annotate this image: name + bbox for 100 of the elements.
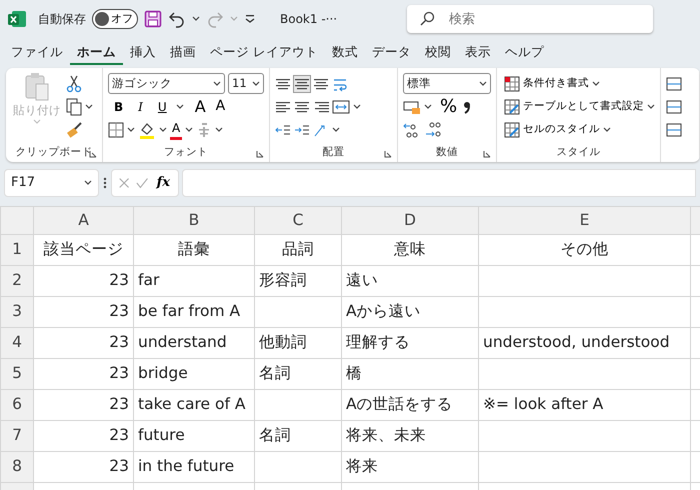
row-header[interactable]: 3: [0, 296, 34, 328]
name-box[interactable]: F17: [4, 169, 99, 197]
style-command[interactable]: テーブルとして書式設定: [502, 95, 657, 118]
font-size-dropdown[interactable]: 11: [228, 73, 264, 94]
row-header[interactable]: 4: [0, 328, 34, 358]
row-header[interactable]: 8: [0, 452, 34, 482]
autosave-toggle[interactable]: オフ: [92, 9, 138, 29]
table-cell: 遠い: [342, 266, 478, 296]
row-header[interactable]: 2: [0, 266, 34, 296]
table-cell: 形容詞: [254, 266, 342, 296]
table-cell: 語彙: [134, 234, 254, 266]
spreadsheet-app-icon: [8, 10, 26, 28]
table-cell: future: [134, 420, 254, 452]
caret-icon: [353, 104, 362, 110]
row-header[interactable]: 7: [0, 420, 34, 452]
font-name-dropdown[interactable]: 游ゴシック: [108, 73, 226, 94]
style-command[interactable]: セルのスタイル: [502, 118, 613, 141]
table-cell: 将来、未来: [342, 420, 478, 452]
menu-tab[interactable]: ページ レイアウト: [203, 40, 325, 66]
table-cell: 名詞: [254, 358, 342, 390]
more-icon: [102, 176, 108, 190]
accounting-format-icon[interactable]: [402, 98, 421, 114]
cells-icon[interactable]: [666, 98, 682, 114]
format-painter-icon[interactable]: [66, 120, 84, 138]
table-cell: 将来: [342, 452, 478, 482]
merge-center-icon[interactable]: [332, 98, 350, 114]
bold-button[interactable]: B: [108, 96, 130, 118]
scissors-icon[interactable]: [66, 74, 82, 92]
grow-font-button[interactable]: A: [192, 96, 208, 118]
table-cell: 23: [34, 328, 134, 358]
decrease-decimal-icon[interactable]: [424, 120, 442, 138]
table-cell: その他: [478, 234, 690, 266]
menu-tab[interactable]: ヘルプ: [498, 40, 551, 66]
caret-icon: [478, 80, 487, 86]
style-command[interactable]: 条件付き書式: [502, 72, 602, 95]
caret-icon: [85, 104, 93, 110]
borders-icon[interactable]: [108, 122, 124, 138]
group-label: フォント: [164, 144, 208, 160]
group-label: 配置: [322, 144, 344, 160]
cell-style-icon: [504, 122, 520, 138]
conditional-format-icon: [504, 76, 520, 92]
row-header[interactable]: 6: [0, 390, 34, 420]
caret-icon: [84, 180, 92, 186]
cells-icon[interactable]: [666, 122, 682, 138]
shrink-font-button[interactable]: A: [214, 96, 228, 118]
menu-tab[interactable]: 描画: [163, 40, 203, 66]
table-cell: 品詞: [254, 234, 342, 266]
font-color-button[interactable]: A: [170, 120, 182, 140]
customize-icon[interactable]: [244, 14, 256, 24]
table-cell: Aの世話をする: [342, 390, 478, 420]
table-cell: 橋: [342, 358, 478, 390]
column-header[interactable]: A: [34, 206, 134, 234]
cells-icon[interactable]: [666, 76, 682, 92]
fill-color-icon[interactable]: [138, 120, 156, 138]
column-header[interactable]: E: [478, 206, 690, 234]
group-label: 数値: [436, 144, 458, 160]
column-header[interactable]: D: [342, 206, 478, 234]
table-cell: ※= look after A: [478, 390, 690, 420]
menu-tab[interactable]: データ: [364, 40, 418, 66]
group-label: クリップボード: [16, 144, 92, 160]
table-cell: 理解する: [342, 328, 478, 358]
underline-button[interactable]: U: [152, 96, 173, 118]
caret-icon: [176, 104, 184, 110]
row-header[interactable]: 5: [0, 358, 34, 390]
save-icon[interactable]: [144, 10, 162, 28]
caret-icon: [33, 119, 41, 126]
menu-tab[interactable]: 挿入: [123, 40, 163, 66]
formula-input[interactable]: [182, 169, 696, 197]
caret-icon: [646, 104, 655, 110]
menu-tab[interactable]: ファイル: [4, 40, 70, 66]
dialog-launcher-icon[interactable]: [89, 150, 98, 158]
column-header[interactable]: B: [134, 206, 254, 234]
caret-icon: [252, 80, 260, 86]
number-format-dropdown[interactable]: 標準: [402, 73, 491, 94]
italic-button[interactable]: I: [132, 96, 149, 118]
percent-button[interactable]: %: [438, 96, 460, 118]
caret-icon: [185, 126, 194, 132]
caret-icon: [215, 126, 224, 132]
caret-icon: [192, 16, 200, 22]
copy-icon[interactable]: [66, 98, 82, 116]
menu-tab[interactable]: 数式: [324, 40, 365, 66]
dialog-launcher-icon[interactable]: [384, 150, 392, 158]
menu-tab[interactable]: ホーム: [70, 40, 123, 66]
column-header[interactable]: C: [254, 206, 342, 234]
table-cell: in the future: [134, 452, 254, 482]
menu-tab[interactable]: 表示: [458, 40, 498, 66]
table-cell: 23: [34, 296, 134, 328]
table-cell: take care of A: [134, 390, 254, 420]
table-cell: 23: [34, 452, 134, 482]
table-cell: 23: [34, 358, 134, 390]
document-title: Book1 -···: [280, 11, 338, 28]
clipboard-icon: [24, 72, 50, 102]
search-field[interactable]: 検索: [407, 5, 654, 33]
middle-align-icon[interactable]: [294, 76, 310, 92]
undo-icon[interactable]: [168, 10, 186, 28]
table-cell: far: [134, 266, 254, 296]
row-header[interactable]: 1: [0, 234, 34, 266]
menu-tab[interactable]: 校閲: [418, 40, 458, 66]
dialog-launcher-icon[interactable]: [482, 150, 491, 158]
dialog-launcher-icon[interactable]: [256, 150, 264, 158]
